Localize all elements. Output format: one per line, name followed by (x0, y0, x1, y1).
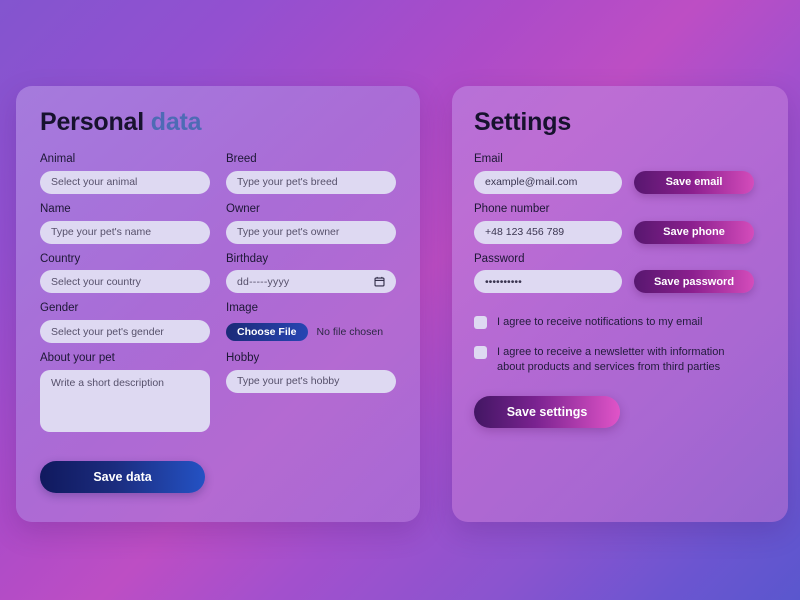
animal-select[interactable]: Select your animal (40, 170, 210, 194)
label-image: Image (226, 302, 258, 315)
phone-field[interactable]: +48 123 456 789 (474, 220, 622, 244)
notifications-checkbox-label: I agree to receive notifications to my e… (497, 316, 703, 329)
page-title-primary: Personal (40, 108, 145, 136)
email-field[interactable]: example@mail.com (474, 170, 622, 194)
save-phone-button[interactable]: Save phone (634, 220, 754, 244)
label-country: Country (40, 252, 81, 265)
field-hobby: Hobby Type your pet's hobby (226, 352, 396, 393)
settings-card: Settings Email example@mail.com Save ema… (452, 86, 788, 522)
password-field[interactable]: •••••••••• (474, 270, 622, 294)
field-animal: Animal Select your animal (40, 153, 210, 194)
label-breed: Breed (226, 153, 257, 165)
newsletter-checkbox[interactable] (474, 346, 487, 360)
label-email: Email (474, 153, 503, 165)
label-about-your-pet: About your pet (40, 352, 115, 365)
label-phone-number: Phone number (474, 202, 550, 215)
save-settings-button[interactable]: Save settings (474, 395, 620, 428)
field-image: Image Choose File No file chosen (226, 302, 396, 343)
field-gender: Gender Select your pet's gender (40, 302, 210, 344)
personal-fields-grid: Animal Select your animal Name Type your… (40, 153, 396, 441)
field-password: Password •••••••••• (474, 253, 622, 294)
name-input[interactable]: Type your pet's name (40, 220, 210, 244)
field-name: Name Type your pet's name (40, 203, 210, 244)
label-hobby: Hobby (226, 352, 260, 365)
settings-row-phone: Phone number +48 123 456 789 Save phone (474, 203, 766, 244)
settings-row-password: Password •••••••••• Save password (474, 253, 766, 294)
save-password-button[interactable]: Save password (634, 270, 754, 294)
personal-left-column: Animal Select your animal Name Type your… (40, 153, 210, 441)
field-breed: Breed Type your pet's breed (226, 153, 396, 194)
birthday-date-input[interactable]: dd-----yyyy (226, 270, 396, 294)
label-password: Password (474, 252, 525, 265)
birthday-date-text: dd-----yyyy (237, 275, 290, 288)
hobby-input[interactable]: Type your pet's hobby (226, 369, 396, 393)
field-owner: Owner Type your pet's owner (226, 203, 396, 244)
label-name: Name (40, 202, 71, 215)
label-owner: Owner (226, 202, 260, 215)
field-country: Country Select your country (40, 253, 210, 294)
label-birthday: Birthday (226, 252, 269, 265)
field-phone: Phone number +48 123 456 789 (474, 203, 622, 244)
consent-checkbox-group: I agree to receive notifications to my e… (474, 315, 766, 373)
file-status-text: No file chosen (316, 325, 384, 338)
personal-right-column: Breed Type your pet's breed Owner Type y… (226, 153, 396, 441)
field-about: About your pet Write a short description (40, 352, 210, 432)
newsletter-checkbox-label: I agree to receive a newsletter with inf… (497, 346, 725, 373)
save-data-button[interactable]: Save data (40, 460, 205, 493)
consent-row-newsletter: I agree to receive a newsletter with inf… (474, 345, 766, 373)
save-email-button[interactable]: Save email (634, 170, 754, 194)
page-title-accent: data (150, 108, 202, 136)
consent-row-notifications: I agree to receive notifications to my e… (474, 315, 766, 330)
file-upload-row: Choose File No file chosen (226, 320, 396, 343)
calendar-icon[interactable] (374, 276, 385, 287)
label-gender: Gender (40, 302, 79, 315)
notifications-checkbox[interactable] (474, 316, 487, 330)
country-select[interactable]: Select your country (40, 270, 210, 294)
breed-input[interactable]: Type your pet's breed (226, 170, 396, 194)
gender-select[interactable]: Select your pet's gender (40, 320, 210, 344)
about-textarea[interactable]: Write a short description (40, 369, 210, 432)
label-animal: Animal (40, 153, 76, 165)
field-birthday: Birthday dd-----yyyy (226, 253, 396, 294)
personal-data-card: Personal data Animal Select your animal … (16, 86, 420, 522)
choose-file-button[interactable]: Choose File (226, 322, 308, 341)
page-title: Personal data (40, 108, 396, 137)
field-email: Email example@mail.com (474, 153, 622, 194)
settings-title: Settings (474, 108, 572, 136)
owner-input[interactable]: Type your pet's owner (226, 220, 396, 244)
settings-row-email: Email example@mail.com Save email (474, 153, 766, 194)
